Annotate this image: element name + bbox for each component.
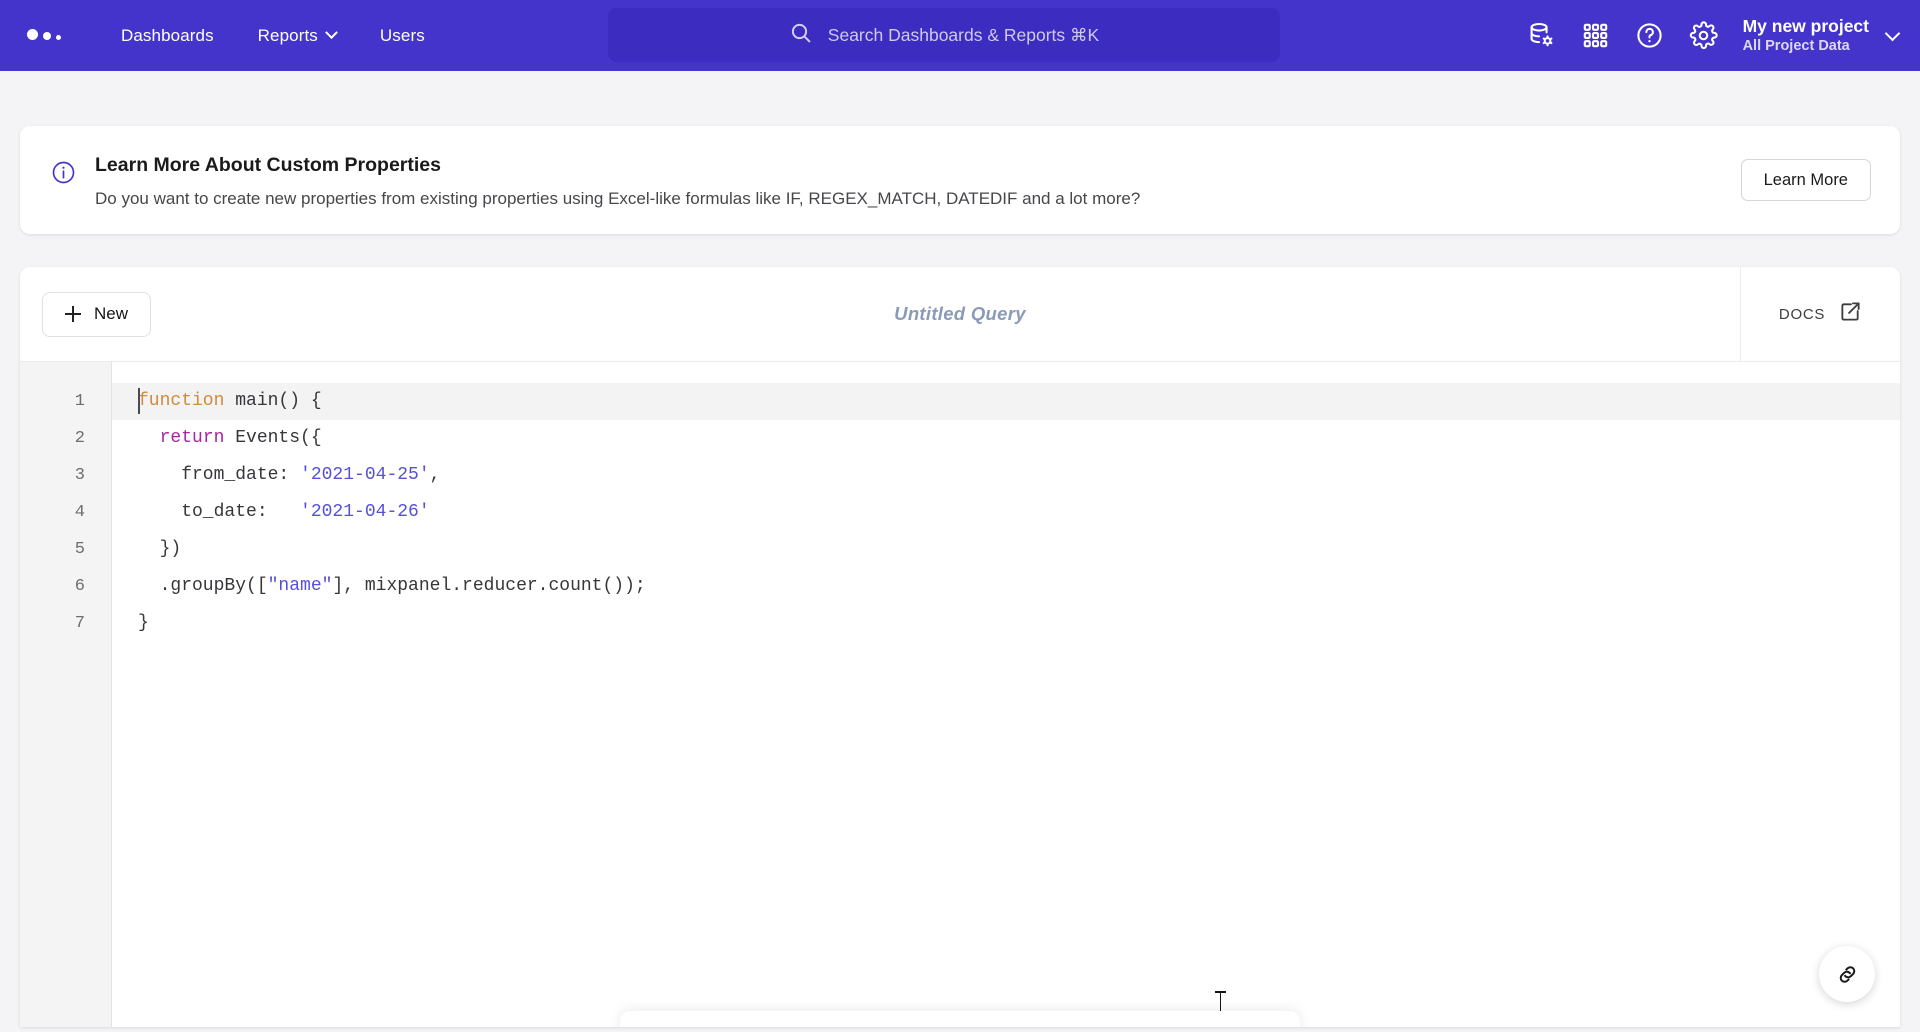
query-toolbar: New Untitled Query DOCS [20,267,1900,362]
code-token: from_date: [138,465,301,485]
code-token: Events({ [224,428,322,448]
nav-item-label: Dashboards [121,25,214,45]
code-token: '2021-04-26' [300,502,430,522]
nav-item-label: Users [379,25,425,45]
code-token: main() { [224,391,322,411]
logo-dot-small [56,35,61,40]
app-header: Dashboards Reports Users Search Dashboar… [0,0,1920,71]
external-link-icon [1839,300,1862,328]
chevron-down-icon [1884,25,1901,42]
code-line[interactable]: function main() { [112,383,1900,420]
custom-properties-banner: Learn More About Custom Properties Do yo… [20,126,1900,234]
code-token: to_date: [138,502,301,522]
project-switcher[interactable]: My new project All Project Data [1742,15,1901,56]
code-token: "name" [267,576,333,596]
code-token: return [159,428,225,448]
line-number: 4 [74,503,85,522]
search-input[interactable]: Search Dashboards & Reports ⌘K [608,8,1280,62]
code-content[interactable]: function main() { return Events({ from_d… [112,362,1900,1027]
line-number: 1 [74,392,85,411]
code-line[interactable]: }) [112,531,1900,568]
line-number: 6 [74,577,85,596]
code-line[interactable]: .groupBy(["name"], mixpanel.reducer.coun… [112,568,1900,605]
learn-more-button[interactable]: Learn More [1740,159,1871,201]
project-subtitle: All Project Data [1742,37,1850,54]
database-settings-icon[interactable] [1515,9,1569,63]
banner-title: Learn More About Custom Properties [95,153,441,176]
code-line[interactable]: from_date: '2021-04-25', [112,457,1900,494]
search-placeholder: Search Dashboards & Reports ⌘K [827,24,1100,45]
line-number: 7 [74,614,85,633]
code-token: }) [138,539,182,559]
docs-label: DOCS [1778,305,1826,323]
logo-dot-large [27,29,38,40]
info-circle-icon [51,160,76,185]
help-circle-icon[interactable] [1623,9,1677,63]
link-chain-button[interactable] [1819,946,1875,1002]
line-number-gutter: 1 2 3 4 5 6 7 [20,362,112,1027]
query-title[interactable]: Untitled Query [20,303,1900,325]
bottom-drawer-edge[interactable] [620,1011,1300,1027]
gear-icon[interactable] [1677,9,1731,63]
header-actions: My new project All Project Data [1515,0,1901,71]
code-token: function [138,391,225,411]
text-caret [138,388,140,414]
logo-dot-medium [43,32,51,40]
docs-link[interactable]: DOCS [1740,267,1900,361]
chevron-down-icon [325,26,338,40]
code-token: '2021-04-25' [300,465,430,485]
code-token: .groupBy([ [138,576,268,596]
nav-item-reports[interactable]: Reports [257,18,338,54]
line-number: 5 [74,540,85,559]
code-line[interactable]: to_date: '2021-04-26' [112,494,1900,531]
line-number: 2 [74,429,85,448]
code-line[interactable]: return Events({ [112,420,1900,457]
nav-item-label: Reports [257,25,318,45]
mixpanel-logo[interactable] [27,29,61,42]
project-name: My new project [1742,15,1869,36]
code-line[interactable]: } [112,605,1900,642]
banner-description: Do you want to create new properties fro… [95,188,1141,208]
code-token: ], mixpanel.reducer.count()); [332,576,646,596]
main-nav: Dashboards Reports Users [121,18,425,54]
apps-grid-icon[interactable] [1569,9,1623,63]
nav-item-users[interactable]: Users [380,18,425,54]
code-token: } [138,613,149,633]
nav-item-dashboards[interactable]: Dashboards [121,18,214,54]
query-card: New Untitled Query DOCS 1 2 3 4 5 6 7 function… [20,267,1900,1027]
search-icon [789,21,813,50]
code-editor[interactable]: 1 2 3 4 5 6 7 function main() { return Events(… [20,362,1900,1027]
code-token: , [429,465,441,485]
line-number: 3 [74,466,85,485]
